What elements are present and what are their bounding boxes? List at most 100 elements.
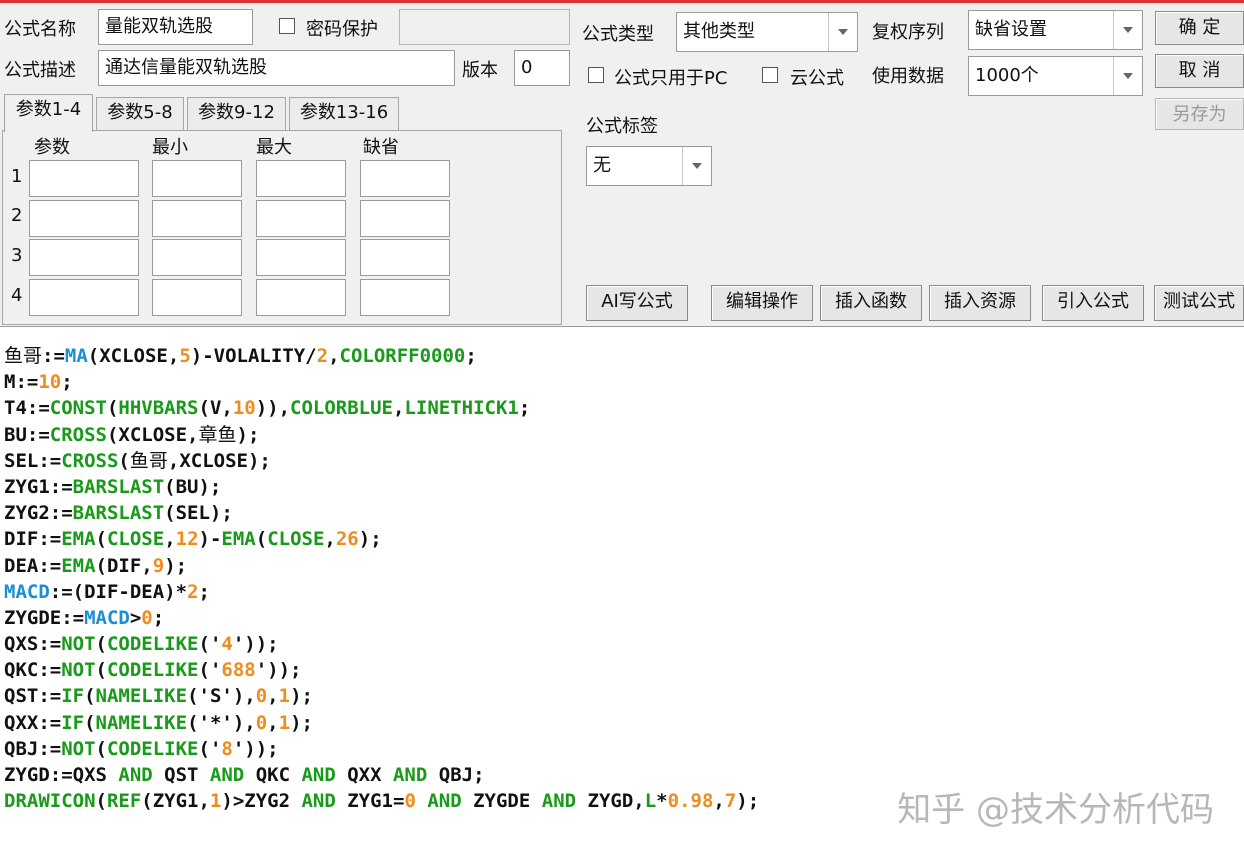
code-token: QXX — [335, 764, 393, 786]
code-line[interactable]: ZYG2:=BARSLAST(SEL); — [4, 500, 1244, 526]
code-line[interactable]: MACD:=(DIF-DEA)*2; — [4, 579, 1244, 605]
code-token: (SEL); — [164, 502, 233, 525]
chevron-down-icon[interactable] — [1113, 11, 1142, 49]
code-token: AND — [301, 764, 336, 786]
param-4-default-input[interactable] — [360, 279, 450, 316]
param-1-max-input[interactable] — [256, 160, 346, 197]
fq-seq-select[interactable]: 缺省设置 — [968, 10, 1143, 50]
pc-only-label: 公式只用于PC — [614, 68, 728, 89]
code-token: IF — [61, 685, 85, 708]
chevron-down-icon[interactable] — [1113, 57, 1142, 95]
import-formula-button[interactable]: 引入公式 — [1042, 285, 1144, 321]
code-line[interactable]: T4:=CONST(HHVBARS(V,10)),COLORBLUE,LINET… — [4, 395, 1244, 421]
code-token: CLOSE — [106, 528, 165, 551]
tab-params-9-12[interactable]: 参数9-12 — [187, 97, 286, 130]
code-token: , — [393, 397, 405, 420]
code-line[interactable]: DEA:=EMA(DIF,9); — [4, 553, 1244, 579]
code-token: 1 — [209, 790, 222, 813]
code-token: M:= — [4, 371, 39, 394]
code-line[interactable]: ZYG1:=BARSLAST(BU); — [4, 474, 1244, 500]
code-token: ZYGDE — [461, 790, 542, 813]
code-token: (' — [198, 659, 222, 682]
code-line[interactable]: 鱼哥:=MA(XCLOSE,5)-VOLALITY/2,COLORFF0000; — [4, 343, 1244, 369]
save-as-button: 另存为 — [1155, 98, 1244, 130]
chevron-down-icon[interactable] — [682, 147, 711, 185]
fq-seq-label: 复权序列 — [872, 22, 944, 43]
param-3-name-input[interactable] — [29, 239, 139, 276]
code-token: (BU); — [164, 475, 222, 498]
code-line[interactable]: QKC:=NOT(CODELIKE('688')); — [4, 657, 1244, 683]
param-3-default-input[interactable] — [360, 239, 450, 276]
code-editor[interactable]: 鱼哥:=MA(XCLOSE,5)-VOLALITY/2,COLORFF0000;… — [0, 326, 1244, 861]
formula-name-label: 公式名称 — [4, 19, 76, 40]
param-3-max-input[interactable] — [256, 239, 346, 276]
use-data-select[interactable]: 1000个 — [968, 56, 1143, 96]
code-line[interactable]: BU:=CROSS(XCLOSE,章鱼); — [4, 422, 1244, 448]
tab-params-13-16[interactable]: 参数13-16 — [289, 97, 399, 130]
param-4-min-input[interactable] — [152, 279, 242, 316]
code-token: BU:= — [4, 423, 50, 446]
cancel-button[interactable]: 取 消 — [1155, 54, 1244, 88]
code-token: QST:= — [4, 685, 62, 708]
code-line[interactable]: QBJ:=NOT(CODELIKE('8')); — [4, 736, 1244, 762]
param-2-min-input[interactable] — [152, 200, 242, 237]
param-3-min-input[interactable] — [152, 239, 242, 276]
chevron-down-icon[interactable] — [828, 13, 857, 51]
code-token: (XCLOSE, — [106, 423, 199, 446]
code-line[interactable]: ZYGDE:=MACD>0; — [4, 605, 1244, 631]
insert-function-button[interactable]: 插入函数 — [820, 285, 922, 321]
pc-only-checkbox[interactable] — [588, 67, 604, 83]
code-token: (ZYG1, — [141, 790, 210, 813]
param-2-max-input[interactable] — [256, 200, 346, 237]
code-token: (V, — [198, 397, 233, 420]
param-2-default-input[interactable] — [360, 200, 450, 237]
code-token: DEA:= — [4, 554, 62, 577]
code-line[interactable]: QXX:=IF(NAMELIKE('*'),0,1); — [4, 710, 1244, 736]
code-token: 章鱼 — [198, 423, 237, 446]
param-1-min-input[interactable] — [152, 160, 242, 197]
code-line[interactable]: SEL:=CROSS(鱼哥,XCLOSE); — [4, 448, 1244, 474]
formula-tag-value: 无 — [593, 155, 611, 176]
code-token: AND — [427, 790, 462, 813]
formula-tag-select[interactable]: 无 — [586, 146, 712, 186]
version-input[interactable]: 0 — [514, 50, 570, 86]
tab-params-5-8[interactable]: 参数5-8 — [96, 97, 184, 130]
cloud-formula-checkbox[interactable] — [762, 67, 778, 83]
code-token: CLOSE — [267, 528, 325, 551]
code-token: CODELIKE — [106, 737, 199, 760]
code-line[interactable]: DIF:=EMA(CLOSE,12)-EMA(CLOSE,26); — [4, 526, 1244, 552]
ai-write-formula-button[interactable]: AI写公式 — [586, 285, 688, 321]
code-token: )>ZYG2 — [221, 790, 302, 813]
ok-button[interactable]: 确 定 — [1155, 11, 1244, 45]
param-4-max-input[interactable] — [256, 279, 346, 316]
param-1-default-input[interactable] — [360, 160, 450, 197]
tab-params-1-4[interactable]: 参数1-4 — [4, 94, 93, 132]
param-4-name-input[interactable] — [29, 279, 139, 316]
edit-ops-button[interactable]: 编辑操作 — [711, 285, 813, 321]
code-token: QST — [152, 764, 210, 786]
test-formula-button[interactable]: 测试公式 — [1154, 285, 1244, 321]
code-token: AND — [301, 790, 336, 813]
code-token: BARSLAST — [72, 502, 165, 525]
code-token: AND — [209, 764, 245, 786]
code-line[interactable]: M:=10; — [4, 369, 1244, 395]
code-token: , — [267, 711, 279, 734]
code-token: CROSS — [49, 423, 107, 446]
code-line[interactable]: QXS:=NOT(CODELIKE('4')); — [4, 631, 1244, 657]
code-token: , — [713, 790, 725, 813]
code-token: COLORFF0000 — [339, 345, 466, 367]
formula-name-input[interactable]: 量能双轨选股 — [98, 9, 253, 45]
insert-resource-button[interactable]: 插入资源 — [929, 285, 1031, 321]
code-token: BARSLAST — [72, 475, 165, 498]
password-protect-label: 密码保护 — [306, 19, 378, 40]
param-1-name-input[interactable] — [29, 160, 139, 197]
code-token: * — [656, 790, 668, 813]
code-line[interactable]: QST:=IF(NAMELIKE('S'),0,1); — [4, 683, 1244, 709]
param-2-name-input[interactable] — [29, 200, 139, 237]
formula-type-select[interactable]: 其他类型 — [676, 12, 858, 52]
formula-tag-label: 公式标签 — [586, 116, 658, 137]
code-token: (XCLOSE, — [87, 345, 180, 367]
formula-desc-input[interactable]: 通达信量能双轨选股 — [98, 50, 455, 86]
password-protect-checkbox[interactable] — [279, 18, 295, 34]
code-token: > — [129, 606, 142, 629]
